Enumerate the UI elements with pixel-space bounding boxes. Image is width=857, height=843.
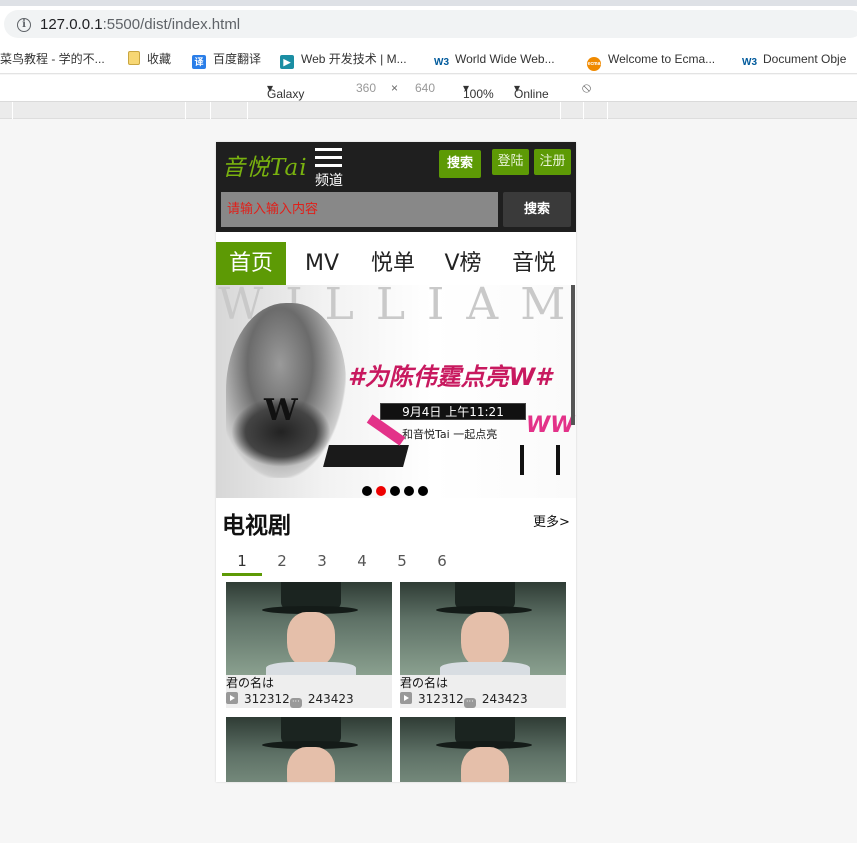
video-stats: 312312 ··· 243423	[400, 691, 566, 708]
device-toolbar: Galaxy S5 ▾ 360 × 640 100% ▾ Online ▾ ⦸	[0, 75, 857, 115]
video-stats: 312312 ··· 243423	[226, 691, 392, 708]
bookmark-favorites[interactable]: 收藏	[128, 49, 171, 69]
channel-label: 频道	[315, 173, 343, 189]
tab-4[interactable]: 4	[342, 549, 382, 573]
comment-count: 243423	[307, 692, 354, 706]
banner-ww-logo: WW	[526, 413, 575, 438]
tab-1[interactable]: 1	[222, 549, 262, 576]
video-thumbnail	[400, 717, 566, 782]
w3c-icon: W3	[434, 57, 449, 68]
tab-2[interactable]: 2	[262, 549, 302, 573]
search-input[interactable]	[221, 192, 498, 227]
zoom-select[interactable]: 100% ▾	[463, 81, 494, 101]
banner-subtitle: 和音悦Tai 一起点亮	[402, 428, 498, 441]
dimension-separator: ×	[391, 81, 399, 95]
height-field[interactable]: 640	[415, 81, 435, 95]
bookmark-ecma[interactable]: ecma Welcome to Ecma...	[587, 49, 715, 71]
banner-headline: #为陈伟霆点亮W#	[348, 363, 552, 391]
carousel-dot[interactable]	[418, 486, 428, 496]
carousel-dot[interactable]	[376, 486, 386, 496]
bookmarks-bar: 菜鸟教程 - 学的不... 收藏 译百度翻译 ▶ Web 开发技术 | M... …	[0, 44, 857, 74]
media-query-ruler	[0, 102, 857, 119]
play-count: 312312	[418, 692, 464, 706]
more-link[interactable]: 更多>	[533, 511, 570, 530]
video-card[interactable]: 君の名は 312312 ··· 243423	[226, 582, 392, 708]
nav-vchart[interactable]: V榜	[434, 242, 492, 285]
ecma-icon: ecma	[587, 57, 601, 71]
register-button[interactable]: 注册	[534, 149, 571, 175]
play-count-icon	[400, 692, 412, 704]
banner-w-emblem: W	[264, 393, 298, 428]
site-header: 音悦Tai 频道 搜索 登陆 注册 搜索	[216, 142, 576, 232]
episode-tabs: 1 2 3 4 5 6	[222, 549, 462, 576]
nav-mv[interactable]: MV	[294, 242, 350, 285]
carousel-dots	[362, 481, 432, 496]
comment-icon: ···	[463, 698, 476, 708]
w3c-icon: W3	[742, 57, 757, 68]
network-select[interactable]: Online ▾	[514, 81, 549, 101]
menu-icon	[315, 148, 342, 151]
translate-icon: 译	[192, 55, 206, 69]
nav-playlist[interactable]: 悦单	[362, 242, 424, 285]
carousel-dot[interactable]	[404, 486, 414, 496]
width-field[interactable]: 360	[356, 81, 376, 95]
bookmark-w3c[interactable]: W3 World Wide Web...	[434, 49, 555, 69]
mdn-icon: ▶	[280, 55, 294, 69]
banner-date: 9月4日 上午11:21	[380, 403, 526, 420]
channel-menu[interactable]: 频道	[315, 148, 345, 189]
address-bar: i 127.0.0.1:5500/dist/index.html	[0, 0, 857, 44]
tab-5[interactable]: 5	[382, 549, 422, 573]
search-button[interactable]: 搜索	[503, 192, 571, 227]
mobile-viewport: 音悦Tai 频道 搜索 登陆 注册 搜索 首页 MV 悦单 V榜 音悦 WILL…	[216, 142, 576, 782]
rotate-icon[interactable]: ⦸	[582, 79, 591, 96]
search-toggle-button[interactable]: 搜索	[439, 150, 481, 178]
carousel-dot[interactable]	[390, 486, 400, 496]
banner-product-box	[323, 445, 409, 467]
carousel-banner[interactable]: WILLIAM W #为陈伟霆点亮W# 9月4日 上午11:21 和音悦Tai …	[216, 285, 576, 498]
bookmark-dom[interactable]: W3 Document Obje	[742, 49, 846, 69]
site-logo[interactable]: 音悦Tai	[222, 148, 308, 182]
omnibox[interactable]: i 127.0.0.1:5500/dist/index.html	[4, 10, 857, 38]
video-thumbnail	[400, 582, 566, 675]
device-select[interactable]: Galaxy S5 ▾	[267, 81, 304, 115]
bookmark-baidu-translate[interactable]: 译百度翻译	[192, 49, 261, 69]
carousel-dot[interactable]	[362, 486, 372, 496]
video-thumbnail	[226, 582, 392, 675]
banner-lightsticks	[520, 445, 560, 475]
bookmark-runoob[interactable]: 菜鸟教程 - 学的不...	[0, 49, 105, 69]
play-count: 312312	[244, 692, 290, 706]
url-text[interactable]: 127.0.0.1:5500/dist/index.html	[40, 16, 240, 33]
comment-icon: ···	[289, 698, 302, 708]
video-card[interactable]: 君の名は 312312 ··· 243423	[400, 582, 566, 708]
page-scrollbar[interactable]	[571, 285, 575, 425]
video-card[interactable]	[226, 717, 392, 782]
tab-3[interactable]: 3	[302, 549, 342, 573]
play-count-icon	[226, 692, 238, 704]
video-title: 君の名は	[226, 676, 275, 690]
tab-6[interactable]: 6	[422, 549, 462, 573]
info-icon[interactable]: i	[17, 18, 31, 32]
comment-count: 243423	[481, 692, 528, 706]
login-button[interactable]: 登陆	[492, 149, 529, 175]
nav-home[interactable]: 首页	[216, 242, 286, 285]
video-card[interactable]	[400, 717, 566, 782]
nav-music[interactable]: 音悦	[504, 242, 564, 285]
folder-icon	[128, 51, 140, 65]
video-title: 君の名は	[400, 676, 449, 690]
video-thumbnail	[226, 717, 392, 782]
main-nav: 首页 MV 悦单 V榜 音悦	[216, 242, 576, 285]
section-title: 电视剧	[222, 513, 291, 539]
bookmark-mdn[interactable]: ▶ Web 开发技术 | M...	[280, 49, 407, 69]
